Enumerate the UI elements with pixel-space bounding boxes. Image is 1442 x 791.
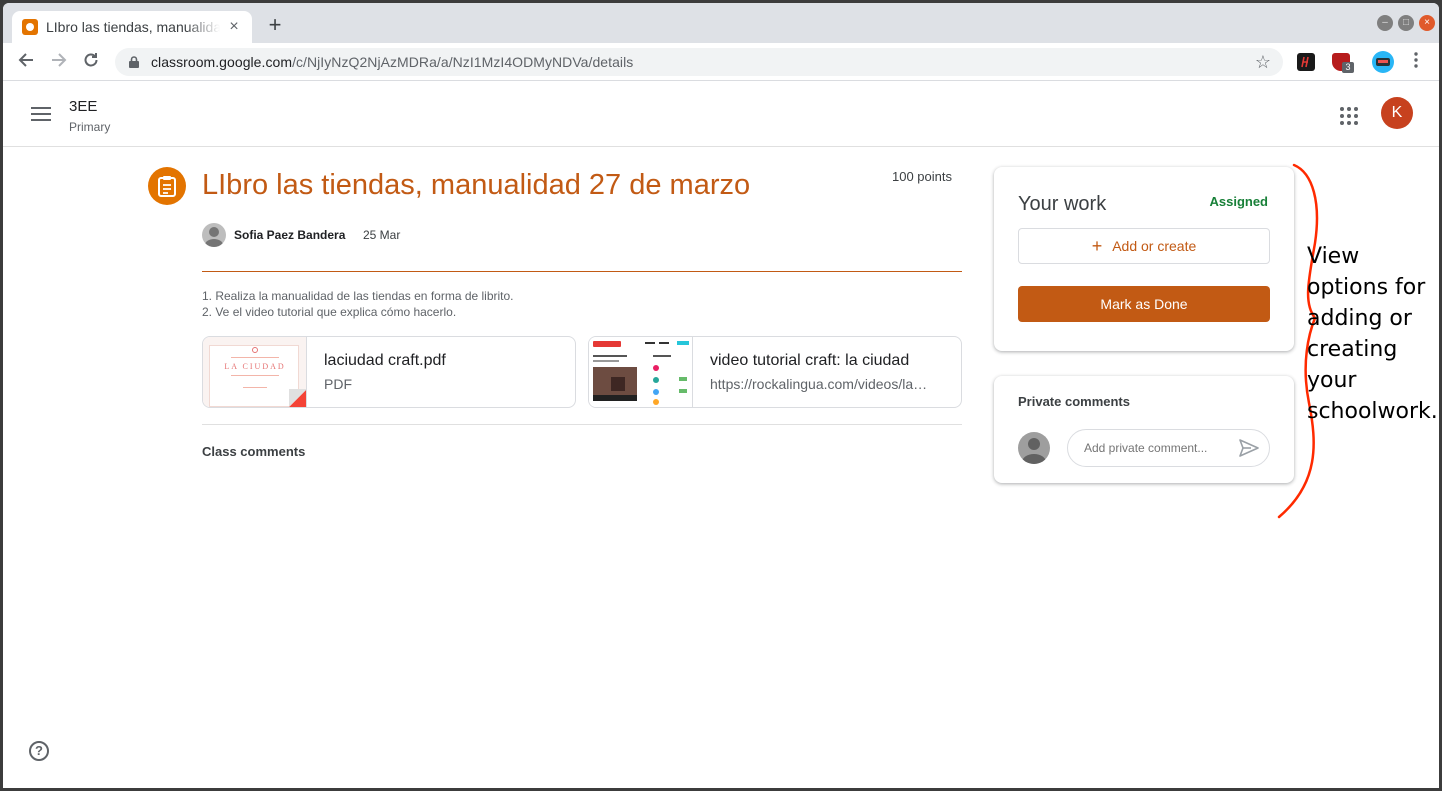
- private-comments-card: Private comments: [994, 376, 1294, 483]
- classroom-header: 3EE Primary K: [3, 81, 1439, 147]
- comments-divider: [202, 424, 962, 425]
- browser-menu-icon[interactable]: [1405, 51, 1427, 73]
- annotation-line: options for: [1307, 275, 1426, 300]
- hamburger-menu-icon[interactable]: [31, 107, 51, 121]
- tab-strip: LIbro las tiendas, manualidad 27 de marz…: [3, 3, 1439, 43]
- annotation-line: adding or: [1307, 306, 1412, 331]
- mark-as-done-button[interactable]: Mark as Done: [1018, 286, 1270, 322]
- your-work-title: Your work: [1018, 193, 1107, 215]
- close-window-button[interactable]: ×: [1419, 15, 1435, 31]
- add-or-create-label: Add or create: [1112, 238, 1197, 254]
- teacher-avatar: [202, 223, 226, 247]
- forward-arrow-icon[interactable]: [48, 51, 70, 73]
- bookmark-star-icon[interactable]: ☆: [1255, 52, 1271, 73]
- attachment-pdf-card[interactable]: LA CIUDAD laciudad craft.pdf PDF: [202, 336, 576, 408]
- instruction-line: 1. Realiza la manualidad de las tiendas …: [202, 289, 514, 303]
- title-divider: [202, 271, 962, 272]
- annotation-line: creating: [1307, 337, 1398, 362]
- tab-close-icon[interactable]: ×: [226, 18, 242, 36]
- class-name[interactable]: 3EE: [69, 98, 97, 115]
- attachment-type: PDF: [324, 376, 352, 392]
- url-path: /c/NjIyNzQ2NjAzMDRa/a/NzI1MzI4ODMyNDVa/d…: [292, 54, 634, 70]
- instruction-line: 2. Ve el video tutorial que explica cómo…: [202, 305, 457, 319]
- class-comments-label: Class comments: [202, 444, 306, 459]
- browser-tab[interactable]: LIbro las tiendas, manualidad 27 de marz…: [12, 11, 252, 43]
- back-arrow-icon[interactable]: [15, 51, 37, 73]
- annotation-line: your: [1307, 368, 1357, 393]
- class-section: Primary: [69, 120, 111, 134]
- minimize-window-button[interactable]: –: [1377, 15, 1393, 31]
- add-or-create-button[interactable]: + Add or create: [1018, 228, 1270, 264]
- plus-icon: +: [1091, 236, 1103, 256]
- attachment-name: video tutorial craft: la ciudad: [710, 352, 910, 369]
- url-text: classroom.google.com/c/NjIyNzQ2NjAzMDRa/…: [151, 54, 633, 70]
- link-thumbnail: [589, 337, 693, 407]
- tab-title: LIbro las tiendas, manualidad 27 de marz…: [46, 19, 221, 35]
- attachment-url: https://rockalingua.com/videos/la-ciudad: [710, 376, 930, 392]
- status-badge: Assigned: [1209, 194, 1268, 209]
- user-avatar: [1018, 432, 1050, 464]
- private-comment-field[interactable]: [1067, 429, 1270, 467]
- reload-icon[interactable]: [80, 51, 102, 73]
- your-work-card: Your work Assigned + Add or create Mark …: [994, 167, 1294, 351]
- private-comment-input[interactable]: [1084, 441, 1224, 455]
- lock-icon: [127, 55, 141, 69]
- post-date: 25 Mar: [363, 228, 401, 242]
- address-bar[interactable]: classroom.google.com/c/NjIyNzQ2NjAzMDRa/…: [115, 48, 1283, 76]
- pdf-thumbnail: LA CIUDAD: [203, 337, 307, 407]
- extension-shield-icon[interactable]: 3: [1332, 53, 1354, 73]
- browser-toolbar: classroom.google.com/c/NjIyNzQ2NjAzMDRa/…: [3, 43, 1439, 81]
- pdf-fold-icon: [289, 389, 306, 407]
- classroom-favicon-icon: [22, 19, 38, 35]
- send-icon[interactable]: [1239, 439, 1259, 457]
- extension-h-icon[interactable]: [1297, 53, 1315, 71]
- help-icon[interactable]: ?: [29, 741, 49, 761]
- browser-window: LIbro las tiendas, manualidad 27 de marz…: [3, 3, 1439, 788]
- annotation-text: View options for adding or creating your…: [1307, 241, 1438, 427]
- google-apps-icon[interactable]: [1340, 107, 1358, 125]
- maximize-window-button[interactable]: □: [1398, 15, 1414, 31]
- pdf-thumbnail-title: LA CIUDAD: [224, 362, 286, 371]
- teacher-name: Sofia Paez Bandera: [234, 228, 346, 242]
- new-tab-button[interactable]: +: [263, 14, 287, 38]
- url-host: classroom.google.com: [151, 54, 293, 70]
- assignment-icon: [148, 167, 186, 205]
- extension-badge: 3: [1342, 62, 1354, 73]
- attachment-name: laciudad craft.pdf: [324, 352, 446, 369]
- points-label: 100 points: [892, 169, 952, 184]
- annotation-line: schoolwork.: [1307, 399, 1438, 424]
- account-avatar[interactable]: K: [1381, 97, 1413, 129]
- assignment-title: LIbro las tiendas, manualidad 27 de marz…: [202, 169, 751, 201]
- attachment-link-card[interactable]: video tutorial craft: la ciudad https://…: [588, 336, 962, 408]
- annotation-line: View: [1307, 244, 1360, 269]
- private-comments-title: Private comments: [1018, 394, 1130, 409]
- profile-extension-icon[interactable]: [1372, 51, 1394, 73]
